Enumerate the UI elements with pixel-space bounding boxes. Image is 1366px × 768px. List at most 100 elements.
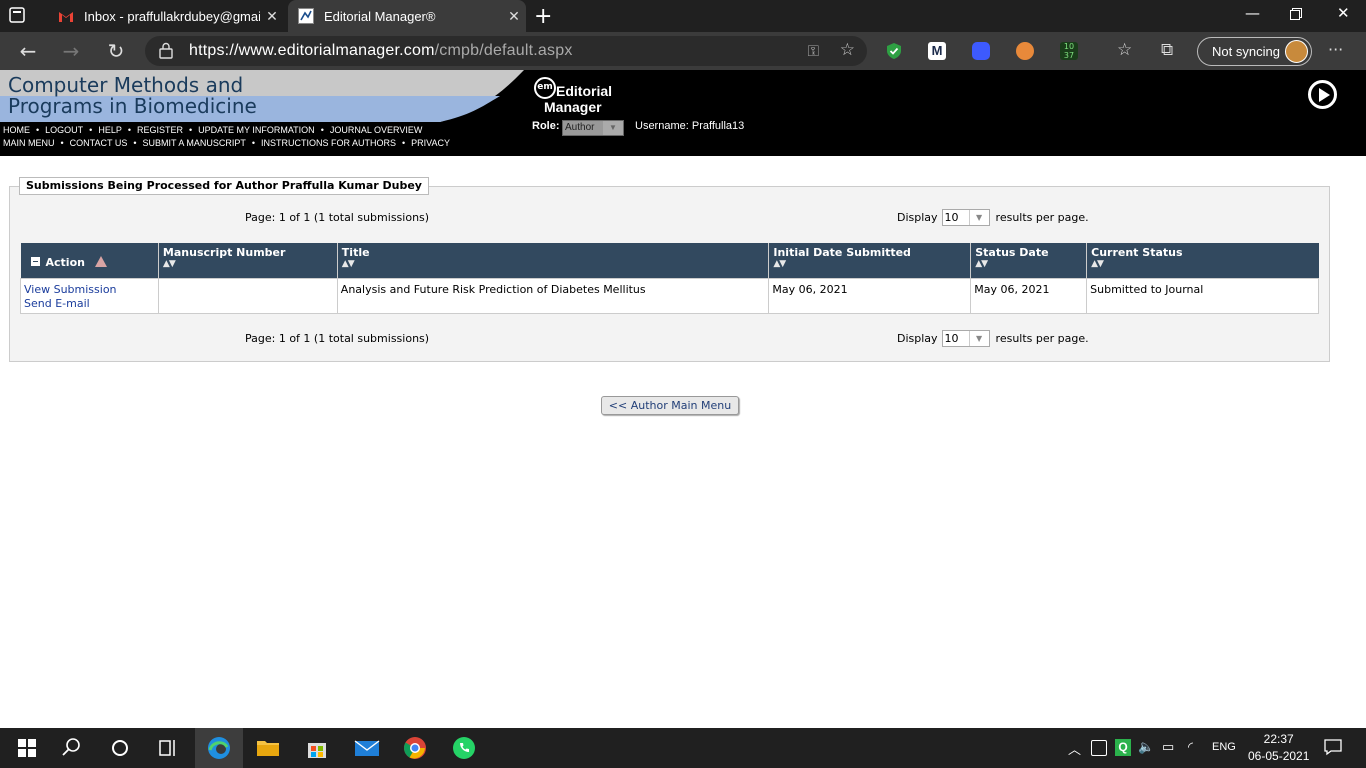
wifi-icon[interactable]: ◜: [1188, 739, 1193, 755]
restore-icon[interactable]: [1290, 6, 1302, 24]
tab-title: Editorial Manager®: [324, 8, 436, 24]
sort-arrows-icon[interactable]: ▲▼: [773, 259, 966, 270]
nav-register[interactable]: REGISTER: [137, 125, 183, 135]
em-logo-mark: em: [534, 77, 556, 99]
collections-icon[interactable]: ⧉: [1161, 40, 1173, 60]
table-header-row: Action Manuscript Number ▲▼ Title ▲▼ Ini…: [20, 243, 1319, 278]
column-header-title: Title ▲▼: [337, 243, 770, 278]
nav-privacy[interactable]: PRIVACY: [411, 138, 450, 148]
tab-title: Inbox - praffullakrdubey@gmail.c: [84, 8, 260, 24]
results-per-page-select[interactable]: 10 ▼: [941, 209, 990, 226]
store-icon[interactable]: [305, 736, 329, 760]
refresh-icon[interactable]: ↻: [103, 38, 129, 64]
journal-banner: Computer Methods and Programs in Biomedi…: [0, 70, 524, 122]
taskbar: ︿ Q 🔈 ▭ ◜ ENG 22:37 06-05-2021: [0, 728, 1366, 768]
display-per-page-top: Display 10 ▼ results per page.: [897, 209, 1089, 226]
initial-date-cell: May 06, 2021: [768, 277, 972, 314]
mail-icon[interactable]: [354, 736, 380, 760]
edge-icon[interactable]: [207, 736, 231, 760]
link-extension-icon[interactable]: [972, 42, 990, 60]
back-icon[interactable]: ←: [15, 38, 41, 64]
display-label: Display: [897, 332, 938, 345]
notifications-icon[interactable]: [1324, 738, 1342, 759]
profile-sync-button[interactable]: Not syncing: [1197, 37, 1312, 66]
nav-journal-overview[interactable]: JOURNAL OVERVIEW: [330, 125, 423, 135]
chevron-down-icon: ▼: [603, 121, 623, 135]
more-options-icon[interactable]: ···: [1328, 40, 1343, 59]
tab-actions-icon[interactable]: [8, 6, 40, 26]
journal-title-line2: Programs in Biomedicine: [8, 94, 257, 118]
url-host: https://www.editorialmanager.com: [189, 42, 435, 59]
add-favorite-icon[interactable]: ☆: [840, 40, 855, 60]
chrome-icon[interactable]: [403, 736, 427, 760]
tab-gmail[interactable]: Inbox - praffullakrdubey@gmail.c ✕: [48, 0, 284, 32]
nav-logout[interactable]: LOGOUT: [45, 125, 83, 135]
submissions-table: Action Manuscript Number ▲▼ Title ▲▼ Ini…: [20, 243, 1319, 314]
page-info-top: Page: 1 of 1 (1 total submissions): [245, 211, 430, 224]
shield-extension-icon[interactable]: [885, 42, 903, 60]
top-nav-row1: HOME • LOGOUT • HELP • REGISTER • UPDATE MY INFO…: [3, 125, 423, 135]
tray-app-icon[interactable]: [1091, 740, 1107, 756]
sort-arrows-icon[interactable]: ▲▼: [1091, 259, 1314, 270]
results-per-page-select[interactable]: 10 ▼: [941, 330, 990, 347]
sort-arrows-icon[interactable]: ▲▼: [163, 259, 333, 270]
counter-extension-icon[interactable]: 10 37: [1060, 42, 1078, 60]
clock-time: 22:37: [1263, 732, 1294, 746]
warning-icon: [94, 256, 107, 267]
lock-icon[interactable]: [159, 42, 175, 60]
close-tab-icon[interactable]: ✕: [502, 8, 526, 25]
role-select[interactable]: Author ▼: [562, 120, 624, 136]
minimize-icon[interactable]: —: [1245, 4, 1260, 22]
column-label: Manuscript Number: [162, 246, 286, 259]
windows-start-icon[interactable]: [15, 736, 39, 760]
nav-main-menu[interactable]: MAIN MENU: [3, 138, 55, 148]
nav-help[interactable]: HELP: [98, 125, 122, 135]
editorial-manager-logo: em Editorial Manager: [534, 75, 624, 115]
nav-contact-us[interactable]: CONTACT US: [70, 138, 128, 148]
task-view-icon[interactable]: [156, 736, 180, 760]
show-hidden-icons-icon[interactable]: ︿: [1068, 739, 1081, 758]
close-window-icon[interactable]: ✕: [1337, 4, 1350, 22]
avatar-extension-icon[interactable]: [1016, 42, 1034, 60]
nav-home[interactable]: HOME: [3, 125, 30, 135]
nav-instructions-for-authors[interactable]: INSTRUCTIONS FOR AUTHORS: [261, 138, 396, 148]
chevron-down-icon: ▼: [968, 331, 989, 346]
quick-heal-icon[interactable]: Q: [1115, 739, 1131, 756]
column-label: Current Status: [1091, 246, 1183, 259]
whatsapp-icon[interactable]: [452, 736, 476, 760]
results-label: results per page.: [995, 211, 1089, 224]
tab-editorial-manager[interactable]: Editorial Manager® ✕: [288, 0, 526, 32]
sort-arrows-icon[interactable]: ▲▼: [342, 259, 765, 270]
table-row: View Submission Send E-mail Analysis and…: [20, 277, 1319, 314]
column-label: Action: [45, 256, 85, 269]
search-icon[interactable]: [61, 736, 85, 760]
action-cell: View Submission Send E-mail: [20, 277, 159, 314]
view-submission-link[interactable]: View Submission: [24, 283, 117, 296]
file-explorer-icon[interactable]: [256, 736, 280, 760]
send-email-link[interactable]: Send E-mail: [24, 297, 90, 310]
author-main-menu-button[interactable]: << Author Main Menu: [601, 396, 739, 415]
top-nav-row2: MAIN MENU • CONTACT US • SUBMIT A MANUSCRIPT…: [3, 138, 451, 148]
sync-label: Not syncing: [1212, 44, 1280, 59]
cortana-icon[interactable]: [108, 736, 132, 760]
key-icon[interactable]: ⚿: [808, 42, 819, 60]
chevron-down-icon: ▼: [968, 210, 989, 225]
language-indicator[interactable]: ENG: [1212, 741, 1236, 753]
em-logo-line1: Editorial: [556, 83, 613, 99]
close-tab-icon[interactable]: ✕: [260, 8, 284, 25]
favorites-icon[interactable]: ☆: [1117, 40, 1132, 60]
play-tutorial-icon[interactable]: [1308, 80, 1337, 109]
collapse-icon[interactable]: [30, 257, 40, 266]
nav-update-my-information[interactable]: UPDATE MY INFORMATION: [198, 125, 315, 135]
battery-icon[interactable]: ▭: [1162, 739, 1174, 755]
column-header-manuscript-number: Manuscript Number ▲▼: [158, 243, 338, 278]
new-tab-icon[interactable]: +: [534, 4, 552, 29]
m-extension-icon[interactable]: M: [928, 42, 946, 60]
journal-title-line1: Computer Methods and: [8, 73, 244, 97]
volume-icon[interactable]: 🔈: [1138, 739, 1154, 755]
system-clock[interactable]: 22:37 06-05-2021: [1248, 731, 1309, 765]
sort-arrows-icon[interactable]: ▲▼: [975, 259, 1082, 270]
nav-submit-a-manuscript[interactable]: SUBMIT A MANUSCRIPT: [142, 138, 245, 148]
forward-icon[interactable]: →: [58, 38, 84, 64]
address-bar[interactable]: https://www.editorialmanager.com/cmpb/de…: [145, 36, 867, 66]
